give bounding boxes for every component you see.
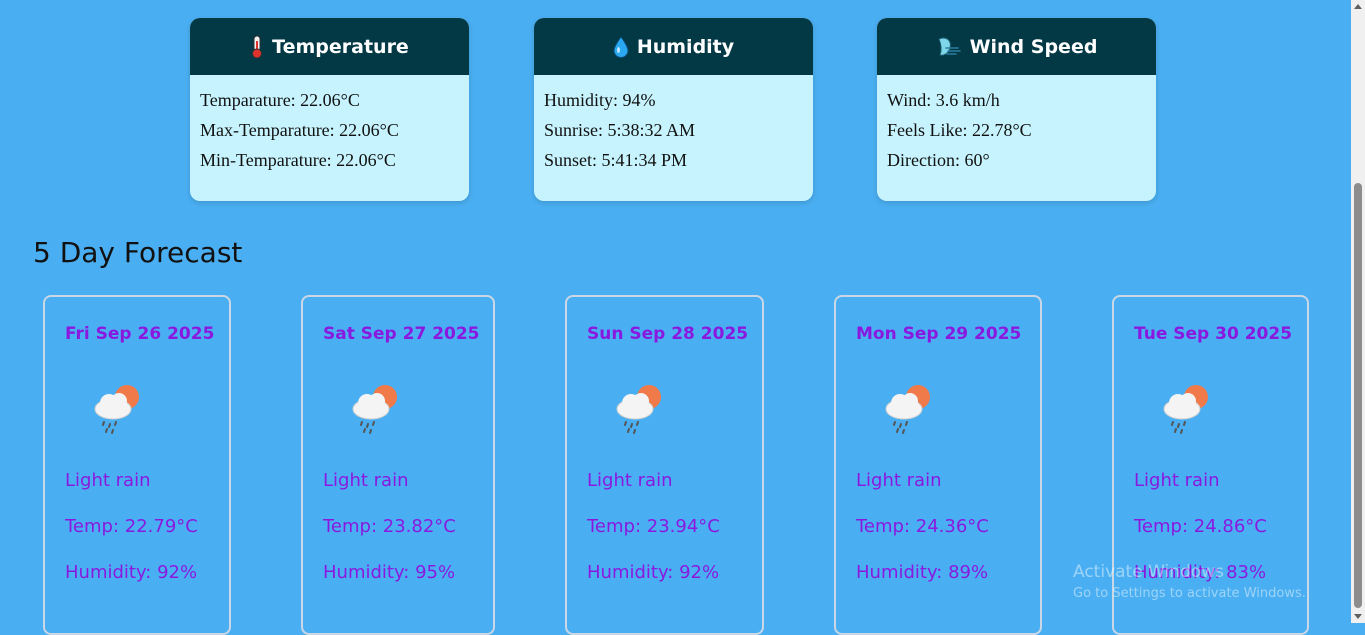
forecast-description: Light rain: [323, 470, 409, 491]
forecast-temp: Temp: 23.82°C: [323, 516, 456, 537]
card-title: Wind Speed: [969, 35, 1098, 58]
forecast-card: Fri Sep 26 2025 Light rain Temp: 22.79°C…: [43, 295, 231, 635]
forecast-humidity: Humidity: 83%: [1134, 562, 1267, 583]
sunset-value: Sunset: 5:41:34 PM: [544, 150, 688, 170]
forecast-temp: Temp: 24.86°C: [1134, 516, 1267, 537]
forecast-description: Light rain: [65, 470, 151, 491]
temperature-value: Temparature: 22.06°C: [200, 90, 360, 110]
humidity-value: Humidity: 94%: [544, 90, 656, 110]
cloud-rain-sun-icon: [616, 385, 661, 434]
card-header: Wind Speed: [877, 18, 1156, 75]
min-temperature-value: Min-Temparature: 22.06°C: [200, 150, 396, 170]
forecast-humidity: Humidity: 95%: [323, 562, 456, 583]
forecast-description: Light rain: [1134, 470, 1220, 491]
forecast-date: Mon Sep 29 2025: [856, 324, 1022, 344]
forecast-humidity: Humidity: 92%: [587, 562, 720, 583]
forecast-description: Light rain: [587, 470, 673, 491]
temperature-card: Temperature Temparature: 22.06°C Max-Tem…: [190, 18, 469, 201]
forecast-temp: Temp: 22.79°C: [65, 516, 198, 537]
scroll-up-arrow-icon[interactable]: [1354, 4, 1362, 9]
forecast-humidity: Humidity: 89%: [856, 562, 989, 583]
feels-like-value: Feels Like: 22.78°C: [887, 120, 1032, 140]
scrollbar-thumb[interactable]: [1354, 183, 1362, 608]
cloud-rain-sun-icon: [885, 385, 930, 434]
card-header: Temperature: [190, 18, 469, 75]
max-temperature-value: Max-Temparature: 22.06°C: [200, 120, 399, 140]
card-header: Humidity: [534, 18, 813, 75]
forecast-card: Mon Sep 29 2025 Light rain Temp: 24.36°C…: [834, 295, 1042, 635]
forecast-temp: Temp: 23.94°C: [587, 516, 720, 537]
scroll-down-arrow-icon[interactable]: [1354, 614, 1362, 619]
forecast-date: Sat Sep 27 2025: [323, 324, 480, 344]
forecast-temp: Temp: 24.36°C: [856, 516, 989, 537]
cloud-rain-sun-icon: [352, 385, 397, 434]
forecast-date: Sun Sep 28 2025: [587, 324, 749, 344]
forecast-card: Tue Sep 30 2025 Light rain Temp: 24.86°C…: [1112, 295, 1309, 635]
humidity-card: Humidity Humidity: 94% Sunrise: 5:38:32 …: [534, 18, 813, 201]
cloud-rain-sun-icon: [94, 385, 139, 434]
forecast-card: Sun Sep 28 2025 Light rain Temp: 23.94°C…: [565, 295, 764, 635]
card-title: Humidity: [636, 35, 735, 58]
wind-icon: [936, 36, 962, 58]
direction-value: Direction: 60°: [887, 150, 990, 170]
wind-card: Wind Speed Wind: 3.6 km/h Feels Like: 22…: [877, 18, 1156, 201]
forecast-date: Tue Sep 30 2025: [1134, 324, 1293, 344]
forecast-description: Light rain: [856, 470, 942, 491]
cloud-rain-sun-icon: [1163, 385, 1208, 434]
wind-value: Wind: 3.6 km/h: [887, 90, 1000, 110]
forecast-title: 5 Day Forecast: [33, 236, 243, 269]
sunrise-value: Sunrise: 5:38:32 AM: [544, 120, 696, 140]
card-title: Temperature: [272, 35, 409, 58]
forecast-date: Fri Sep 26 2025: [65, 324, 215, 344]
vertical-scrollbar[interactable]: [1351, 0, 1365, 623]
forecast-humidity: Humidity: 92%: [65, 562, 198, 583]
forecast-card: Sat Sep 27 2025 Light rain Temp: 23.82°C…: [301, 295, 495, 635]
droplet-icon: [613, 35, 629, 58]
thermometer-icon: [250, 35, 264, 59]
